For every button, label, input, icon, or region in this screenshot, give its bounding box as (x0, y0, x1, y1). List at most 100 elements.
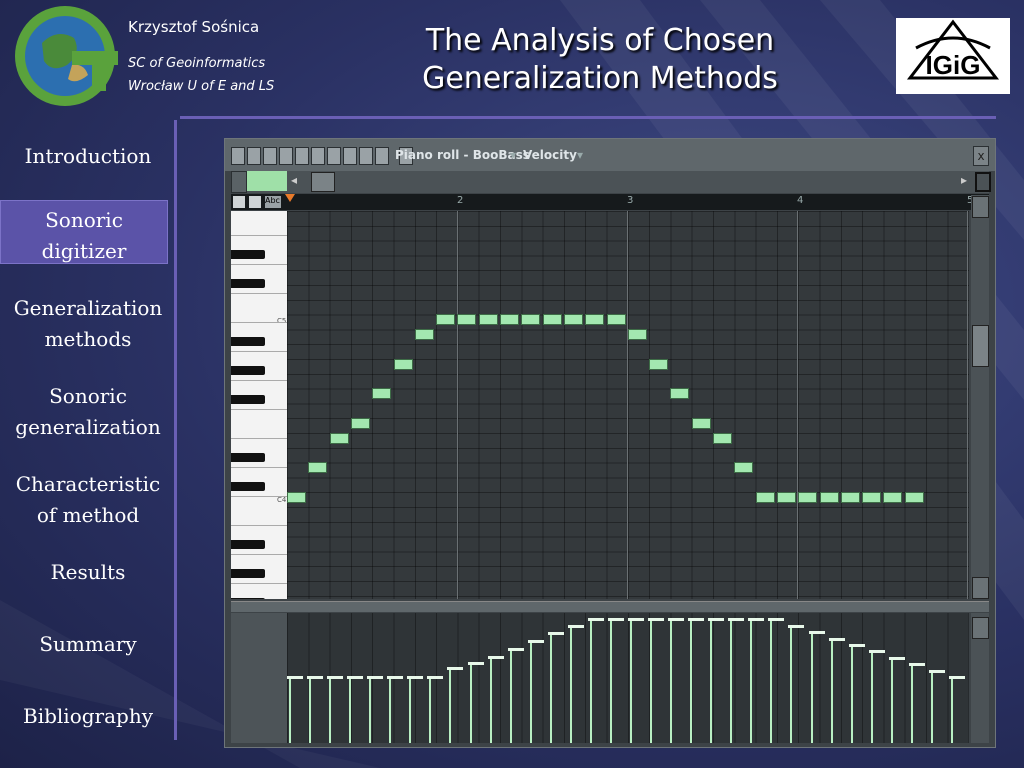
velocity-stem[interactable] (449, 670, 452, 743)
velocity-stem[interactable] (850, 647, 853, 743)
close-button[interactable]: x (973, 146, 989, 166)
velocity-stem[interactable] (770, 621, 773, 743)
note-block[interactable] (713, 432, 732, 444)
mute-icon[interactable] (295, 147, 309, 165)
velocity-stem[interactable] (469, 664, 472, 743)
scroll-up-icon[interactable] (972, 196, 989, 218)
snap-icon[interactable] (233, 196, 245, 208)
velocity-stem[interactable] (690, 621, 693, 743)
scroll-thumb[interactable] (311, 172, 335, 192)
velocity-stem[interactable] (349, 679, 352, 743)
chevron-down-icon[interactable]: ▾ (577, 148, 583, 162)
black-key[interactable] (231, 250, 265, 259)
velocity-stem[interactable] (569, 627, 572, 743)
delete-icon[interactable] (279, 147, 293, 165)
note-block[interactable] (457, 314, 477, 326)
velocity-splitter[interactable] (231, 601, 989, 612)
note-block[interactable] (393, 358, 413, 370)
brush-icon[interactable] (263, 147, 277, 165)
velocity-stem[interactable] (409, 679, 412, 743)
nav-sonoric-digitizer[interactable]: Sonoric digitizer (0, 200, 168, 264)
velocity-stem[interactable] (790, 627, 793, 743)
note-block[interactable] (478, 314, 498, 326)
nav-bibliography[interactable]: Bibliography (0, 701, 176, 732)
note-block[interactable] (862, 492, 882, 503)
pencil-icon[interactable] (247, 147, 261, 165)
playback-icon[interactable] (359, 147, 373, 165)
note-block[interactable] (670, 388, 690, 400)
maximize-icon[interactable] (975, 172, 991, 192)
note-block[interactable] (606, 314, 626, 326)
black-key[interactable] (231, 540, 265, 549)
nav-sonoric-generalization[interactable]: Sonoric generalization (0, 381, 176, 443)
velocity-stem[interactable] (950, 679, 953, 743)
nav-summary[interactable]: Summary (0, 629, 176, 660)
note-block[interactable] (414, 329, 434, 341)
snap-icon[interactable] (249, 196, 261, 208)
velocity-stem[interactable] (509, 650, 512, 743)
slice-icon[interactable] (311, 147, 325, 165)
note-length-box[interactable] (247, 171, 287, 191)
black-key[interactable] (231, 453, 265, 462)
velocity-stem[interactable] (549, 635, 552, 743)
note-block[interactable] (436, 314, 456, 326)
note-block[interactable] (585, 314, 605, 326)
nav-results[interactable]: Results (0, 557, 176, 588)
black-key[interactable] (231, 337, 265, 346)
timeline-ruler[interactable]: Abc 2 3 4 5 (231, 194, 989, 210)
select-icon[interactable] (327, 147, 341, 165)
velocity-stem[interactable] (830, 640, 833, 743)
note-block[interactable] (542, 314, 562, 326)
note-block[interactable] (734, 462, 754, 474)
note-block[interactable] (372, 388, 392, 400)
velocity-scrollbar[interactable] (971, 613, 989, 743)
note-block[interactable] (755, 492, 775, 503)
note-block[interactable] (627, 329, 647, 341)
note-block[interactable] (521, 314, 541, 326)
velocity-stem[interactable] (630, 621, 632, 743)
black-key[interactable] (231, 279, 265, 288)
note-block[interactable] (287, 492, 306, 503)
velocity-stem[interactable] (529, 643, 532, 743)
vertical-scrollbar[interactable] (971, 195, 989, 599)
scroll-down-icon[interactable] (972, 577, 989, 599)
velocity-stem[interactable] (429, 679, 432, 743)
velocity-stem[interactable] (609, 621, 612, 743)
velocity-stem[interactable] (289, 679, 291, 743)
note-block[interactable] (904, 492, 924, 503)
note-block[interactable] (819, 492, 839, 503)
note-block[interactable] (500, 314, 519, 326)
note-block[interactable] (329, 432, 349, 444)
speaker-icon[interactable] (375, 147, 389, 165)
abc-icon[interactable]: Abc (265, 196, 281, 208)
velocity-stem[interactable] (329, 679, 332, 743)
piano-keyboard[interactable]: C5 C4 (231, 211, 287, 599)
velocity-stem[interactable] (389, 679, 392, 743)
scroll-left-icon[interactable]: ◂ (291, 173, 297, 187)
velocity-stem[interactable] (309, 679, 312, 743)
note-grid[interactable] (287, 211, 969, 599)
piano-icon[interactable] (231, 147, 245, 165)
scroll-right-icon[interactable]: ▸ (961, 173, 967, 187)
velocity-toggle-icon[interactable] (972, 617, 989, 639)
note-block[interactable] (798, 492, 818, 503)
black-key[interactable] (231, 598, 265, 599)
velocity-stem[interactable] (930, 672, 933, 743)
note-block[interactable] (649, 358, 669, 370)
black-key[interactable] (231, 395, 265, 404)
note-block[interactable] (883, 492, 903, 503)
velocity-stem[interactable] (650, 621, 653, 743)
velocity-stem[interactable] (710, 621, 713, 743)
vertical-scroll-thumb[interactable] (972, 325, 989, 367)
black-key[interactable] (231, 366, 265, 375)
playhead-marker-icon[interactable] (285, 194, 295, 202)
nav-generalization-methods[interactable]: Generalization methods (0, 293, 176, 355)
nav-characteristic-of-method[interactable]: Characteristic of method (0, 469, 176, 531)
velocity-stem[interactable] (670, 621, 673, 743)
velocity-stem[interactable] (489, 658, 492, 743)
note-block[interactable] (563, 314, 583, 326)
mode-dropdown[interactable]: Velocity (523, 148, 577, 162)
velocity-panel[interactable] (287, 613, 969, 743)
velocity-stem[interactable] (910, 666, 913, 743)
note-block[interactable] (776, 492, 796, 503)
